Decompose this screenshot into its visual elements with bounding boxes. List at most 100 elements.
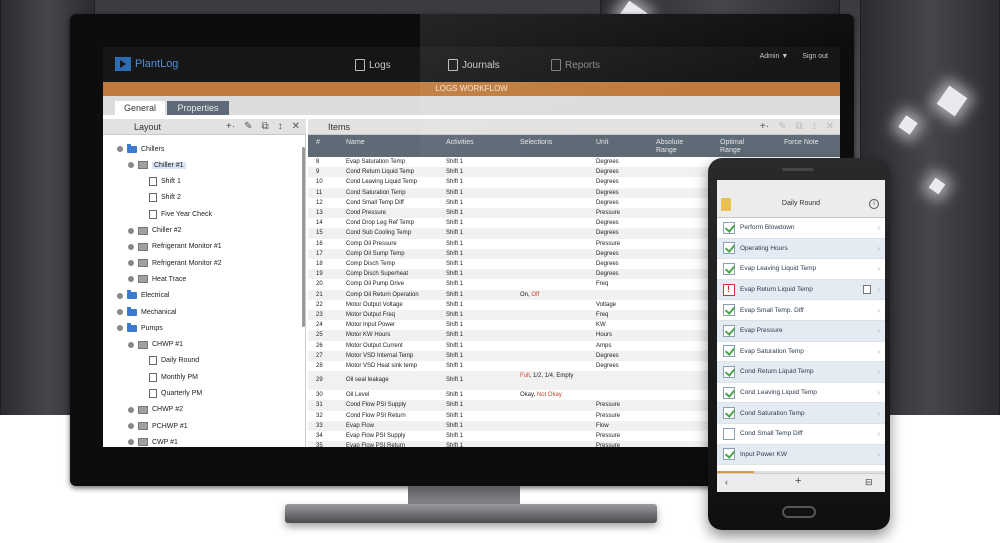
edit-icon[interactable]: ✎ [244, 119, 252, 135]
sign-out-link[interactable]: Sign out [802, 53, 828, 60]
column-header-selections[interactable]: Selections [520, 139, 552, 147]
item-activity: Shift 1 [446, 363, 464, 369]
info-icon[interactable]: i [869, 199, 879, 209]
expand-toggle-icon[interactable] [117, 325, 123, 332]
phone-home-button[interactable] [782, 506, 816, 518]
tree-item[interactable]: Chiller #2 [128, 225, 182, 237]
item-name: Motor Output Voltage [346, 301, 403, 308]
item-name: Motor Output Freq [346, 312, 396, 318]
item-activity: Shift 1 [446, 189, 464, 196]
checklist-item[interactable]: Perform Blowdown › [717, 218, 885, 239]
tree-item[interactable]: Quarterly PM [139, 388, 202, 400]
checklist-item[interactable]: Cond Saturation Temp › [717, 403, 885, 424]
tree-item[interactable]: Chiller #1 [128, 159, 186, 171]
column-header-activities[interactable]: Activities [446, 139, 474, 147]
column-header-unit[interactable]: Unit [596, 139, 608, 147]
copy-icon[interactable]: ⧉ [261, 119, 268, 135]
app-logo[interactable]: PlantLog [115, 57, 178, 71]
tree-item[interactable]: Mechanical [117, 306, 176, 318]
expand-toggle-icon[interactable] [128, 276, 134, 283]
copy-icon[interactable]: ⧉ [795, 119, 802, 135]
expand-toggle-icon[interactable] [128, 162, 134, 169]
nav-logs[interactable]: Logs [355, 59, 391, 71]
tree-item[interactable]: Five Year Check [139, 208, 212, 220]
tree-item-label: Electrical [141, 292, 170, 300]
tree-scrollbar[interactable] [302, 147, 305, 327]
save-icon[interactable]: ⊟ [865, 477, 873, 488]
expand-toggle-icon[interactable] [117, 292, 123, 299]
checkbox-icon[interactable] [723, 345, 735, 358]
checklist-item-label: Evap Saturation Temp [740, 347, 804, 355]
tree-item[interactable]: Pumps [117, 322, 163, 334]
add-icon[interactable]: + [795, 475, 801, 487]
tree-item[interactable]: CHWP #1 [128, 339, 183, 351]
expand-toggle-icon[interactable] [128, 243, 134, 250]
edit-icon[interactable]: ✎ [778, 119, 786, 135]
checkbox-icon[interactable] [723, 386, 735, 399]
checklist-item[interactable]: Evap Pressure › [717, 321, 885, 342]
tree-item[interactable]: Daily Round [139, 355, 199, 367]
checklist-item[interactable]: Cond Leaving Liquid Temp › [717, 383, 885, 404]
checklist-item[interactable]: Evap Return Liquid Temp › [717, 279, 885, 301]
checklist-item[interactable]: Cond Return Liquid Temp › [717, 362, 885, 383]
tree-item[interactable]: CHWP #2 [128, 404, 183, 416]
expand-toggle-icon[interactable] [117, 146, 123, 152]
delete-icon[interactable]: ✕ [292, 119, 300, 135]
admin-menu[interactable]: Admin ▼ [760, 53, 789, 60]
checkbox-icon[interactable] [723, 262, 735, 275]
row-number: 23 [316, 312, 323, 318]
tree-item[interactable]: Monthly PM [139, 371, 198, 383]
expand-toggle-icon[interactable] [128, 423, 134, 430]
row-number: 35 [316, 443, 323, 447]
tab-properties[interactable]: Properties [167, 101, 229, 115]
column-header-absolute-range[interactable]: Absolute Range [656, 139, 696, 155]
expand-toggle-icon[interactable] [128, 439, 134, 446]
note-icon[interactable] [863, 285, 871, 295]
move-icon[interactable]: ↕ [278, 119, 283, 135]
expand-toggle-icon[interactable] [128, 260, 134, 267]
alert-checkbox-icon[interactable] [723, 283, 735, 296]
tab-general[interactable]: General [115, 101, 165, 115]
checkbox-icon[interactable] [723, 221, 735, 234]
tree-item[interactable]: Electrical [117, 290, 169, 302]
tree-item[interactable]: Refrigerant Monitor #1 [128, 241, 222, 253]
add-icon[interactable]: +· [226, 119, 235, 135]
mobile-title: Daily Round [781, 200, 821, 207]
checkbox-icon[interactable] [723, 407, 735, 420]
checkbox-icon[interactable] [723, 242, 735, 255]
tree-item[interactable]: CWP #1 [128, 436, 178, 447]
expand-toggle-icon[interactable] [128, 227, 134, 234]
delete-icon[interactable]: ✕ [826, 119, 834, 135]
tree-item-label: Chiller #2 [152, 227, 182, 234]
move-icon[interactable]: ↕ [812, 119, 817, 135]
checkbox-icon[interactable] [723, 304, 735, 317]
tree-item[interactable]: Heat Trace [128, 273, 186, 285]
column-header-number[interactable]: # [316, 139, 320, 147]
checklist-item[interactable]: Operating Hours › [717, 238, 885, 260]
item-unit: Degrees [596, 250, 619, 257]
checklist-item[interactable]: Cond Small Temp Diff › [717, 424, 885, 445]
tree-item[interactable]: Chillers [117, 143, 164, 155]
tree-item[interactable]: PCHWP #1 [128, 420, 188, 432]
checkbox-icon[interactable] [723, 448, 735, 461]
tree-item[interactable]: Shift 1 [139, 176, 181, 188]
checkbox-icon[interactable] [723, 365, 735, 378]
checklist-item[interactable]: Evap Leaving Liquid Temp › [717, 259, 885, 280]
column-header-name[interactable]: Name [346, 139, 365, 147]
checklist-item[interactable]: Evap Saturation Temp › [717, 342, 885, 363]
back-icon[interactable]: ‹ [725, 477, 728, 487]
checkbox-icon[interactable] [723, 427, 735, 440]
nav-reports[interactable]: Reports [551, 59, 600, 71]
checkbox-icon[interactable] [723, 324, 735, 337]
checklist-item[interactable]: Evap Small Temp. Diff › [717, 300, 885, 321]
expand-toggle-icon[interactable] [128, 341, 134, 348]
column-header-force-note[interactable]: Force Note [784, 139, 820, 147]
tree-item[interactable]: Shift 2 [139, 192, 181, 204]
add-icon[interactable]: +· [760, 119, 769, 135]
column-header-optimal-range[interactable]: Optimal Range [720, 139, 760, 155]
expand-toggle-icon[interactable] [117, 309, 123, 315]
nav-journals[interactable]: Journals [448, 59, 500, 71]
tree-item[interactable]: Refrigerant Monitor #2 [128, 257, 222, 269]
expand-toggle-icon[interactable] [128, 406, 134, 413]
checklist-item[interactable]: Input Power KW › [717, 444, 885, 466]
